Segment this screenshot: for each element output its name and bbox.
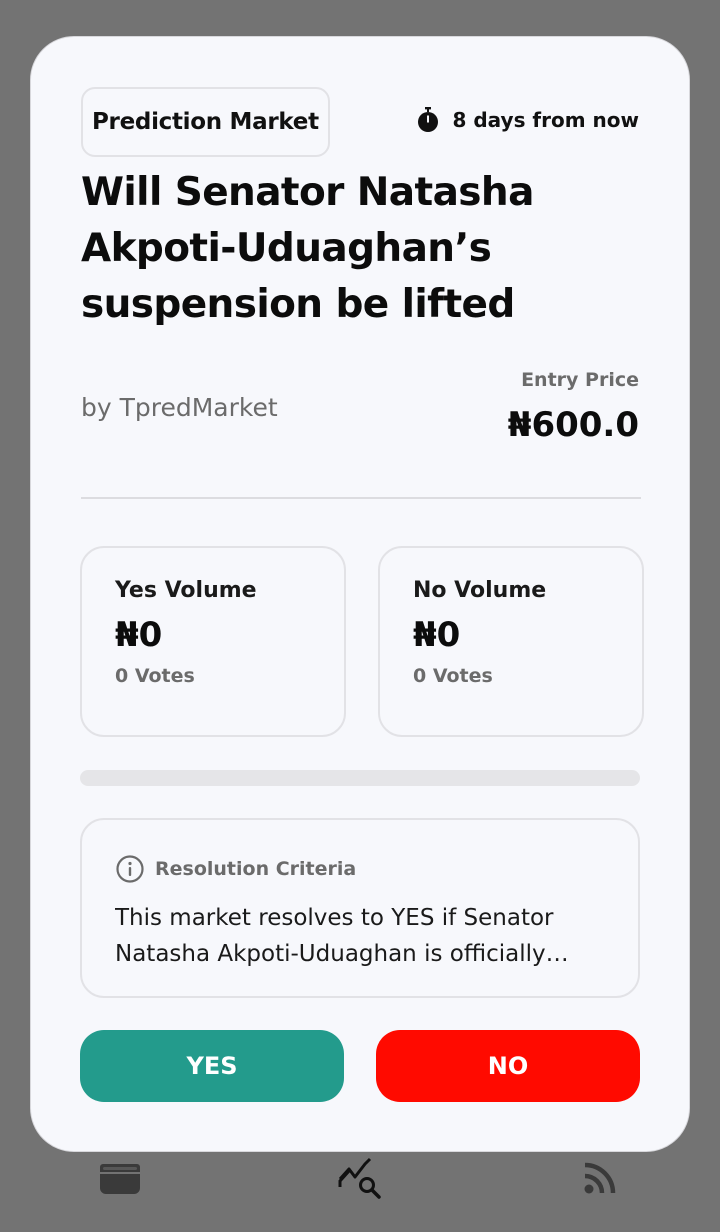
divider — [81, 497, 641, 499]
criteria-header: Resolution Criteria — [115, 854, 608, 884]
market-title: Will Senator Natasha Akpoti-Uduaghan’s s… — [81, 170, 534, 327]
vote-progress-bar — [80, 770, 640, 786]
bottom-nav — [0, 1152, 720, 1232]
nav-markets[interactable] — [335, 1156, 385, 1200]
resolution-criteria: Resolution Criteria This market resolves… — [80, 818, 640, 998]
no-votes: 0 Votes — [413, 665, 493, 687]
info-icon — [116, 855, 144, 883]
no-volume-box: No Volume ₦0 0 Votes — [378, 546, 644, 737]
deadline-text: 8 days from now — [452, 108, 639, 132]
market-author: by TpredMarket — [81, 393, 278, 422]
vote-yes-button[interactable]: YES — [80, 1030, 344, 1102]
nav-wallet[interactable] — [95, 1156, 145, 1200]
no-volume-label: No Volume — [413, 578, 547, 603]
yes-votes: 0 Votes — [115, 665, 195, 687]
nav-feed[interactable] — [575, 1156, 625, 1200]
market-analysis-icon — [338, 1157, 381, 1199]
wallet-icon — [100, 1164, 140, 1194]
criteria-label: Resolution Criteria — [155, 858, 357, 880]
no-volume-amount: ₦0 — [413, 615, 461, 655]
criteria-text: This market resolves to YES if Senator N… — [115, 905, 554, 967]
yes-volume-amount: ₦0 — [115, 615, 163, 655]
stopwatch-icon — [418, 107, 439, 132]
rss-feed-icon — [584, 1162, 616, 1194]
yes-volume-label: Yes Volume — [115, 578, 257, 603]
entry-price-label: Entry Price — [521, 369, 639, 391]
entry-price-value: ₦600.0 — [507, 405, 639, 445]
vote-no-button[interactable]: NO — [376, 1030, 640, 1102]
yes-volume-box: Yes Volume ₦0 0 Votes — [80, 546, 346, 737]
deadline: 8 days from now — [416, 107, 639, 133]
category-chip: Prediction Market — [81, 87, 330, 157]
